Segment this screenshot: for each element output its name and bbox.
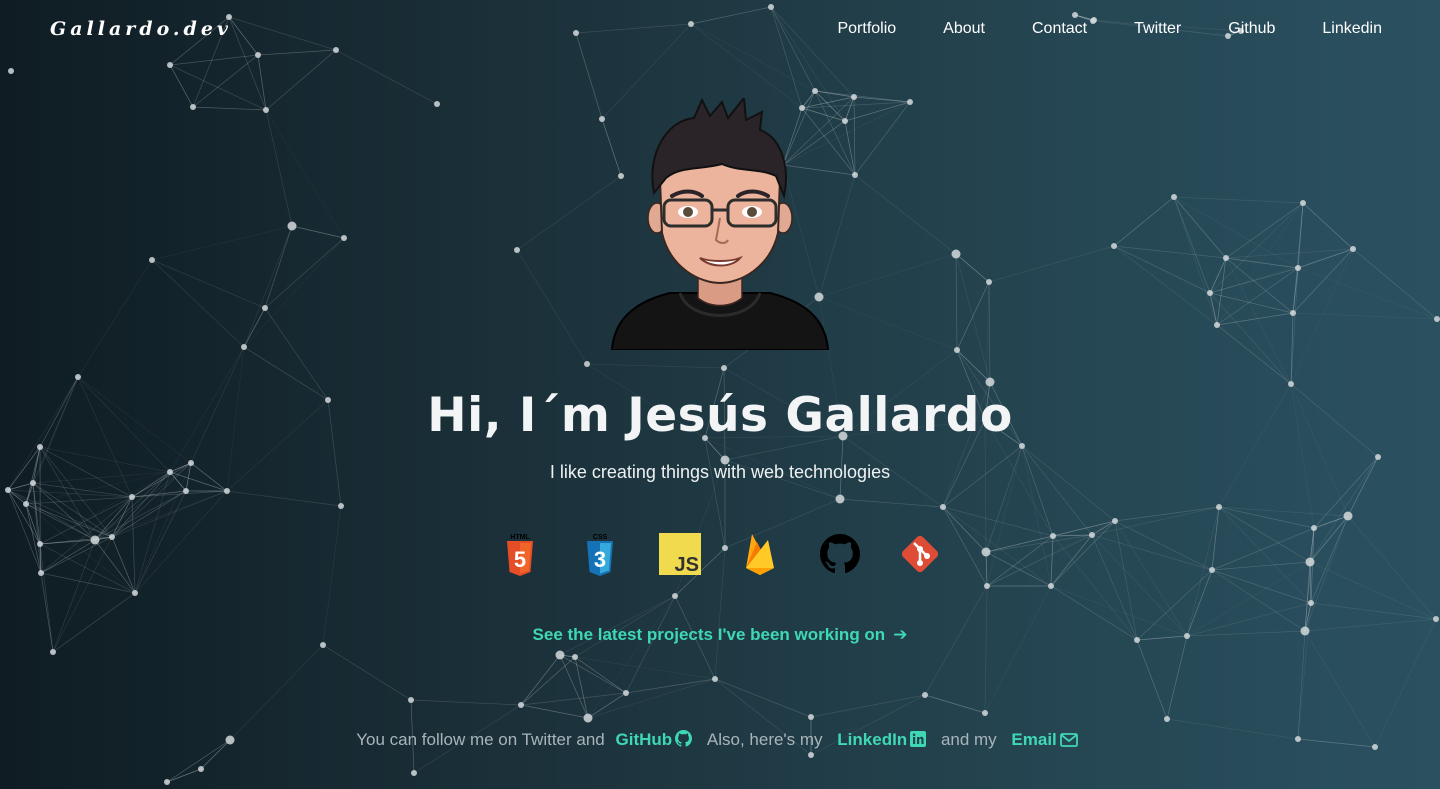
avatar-illustration [610, 98, 830, 350]
hero-title: Hi, I´m Jesús Gallardo [427, 388, 1013, 443]
linkedin-link-label: LinkedIn [837, 730, 908, 749]
envelope-icon [1059, 733, 1078, 747]
arrow-right-icon: ➔ [893, 625, 908, 644]
git-icon [898, 532, 942, 576]
github-link-label: GitHub [615, 730, 673, 749]
github-small-icon [675, 730, 693, 747]
follow-text-linkedin: Also, here's my [706, 730, 823, 749]
css3-badge: 3 [594, 547, 606, 572]
follow-text-twitter: You can follow me on Twitter and [356, 730, 605, 749]
html5-icon: HTML 5 [498, 532, 542, 576]
latest-projects-link[interactable]: See the latest projects I've been workin… [0, 625, 1440, 645]
latest-projects-label: See the latest projects I've been workin… [532, 625, 886, 644]
javascript-icon: JS [658, 532, 702, 576]
hero-subtitle: I like creating things with web technolo… [549, 462, 891, 482]
follow-links: You can follow me on Twitter and GitHub … [0, 730, 1440, 750]
firebase-icon [738, 532, 782, 576]
html5-label: HTML [510, 534, 530, 541]
email-link[interactable]: Email [1011, 730, 1078, 749]
linkedin-icon [910, 731, 927, 747]
email-link-label: Email [1011, 730, 1057, 749]
css3-label: CSS [593, 534, 608, 541]
github-icon [818, 532, 862, 576]
html5-badge: 5 [514, 547, 526, 572]
javascript-label: JS [675, 554, 699, 575]
css3-icon: CSS 3 [578, 532, 622, 576]
follow-text-email: and my [940, 730, 997, 749]
linkedin-link[interactable]: LinkedIn [837, 730, 927, 749]
github-link[interactable]: GitHub [616, 730, 693, 749]
hero-section: Hi, I´m Jesús Gallardo I like creating t… [0, 0, 1440, 789]
tech-stack-icons: HTML 5 CSS 3 JS [0, 532, 1440, 576]
